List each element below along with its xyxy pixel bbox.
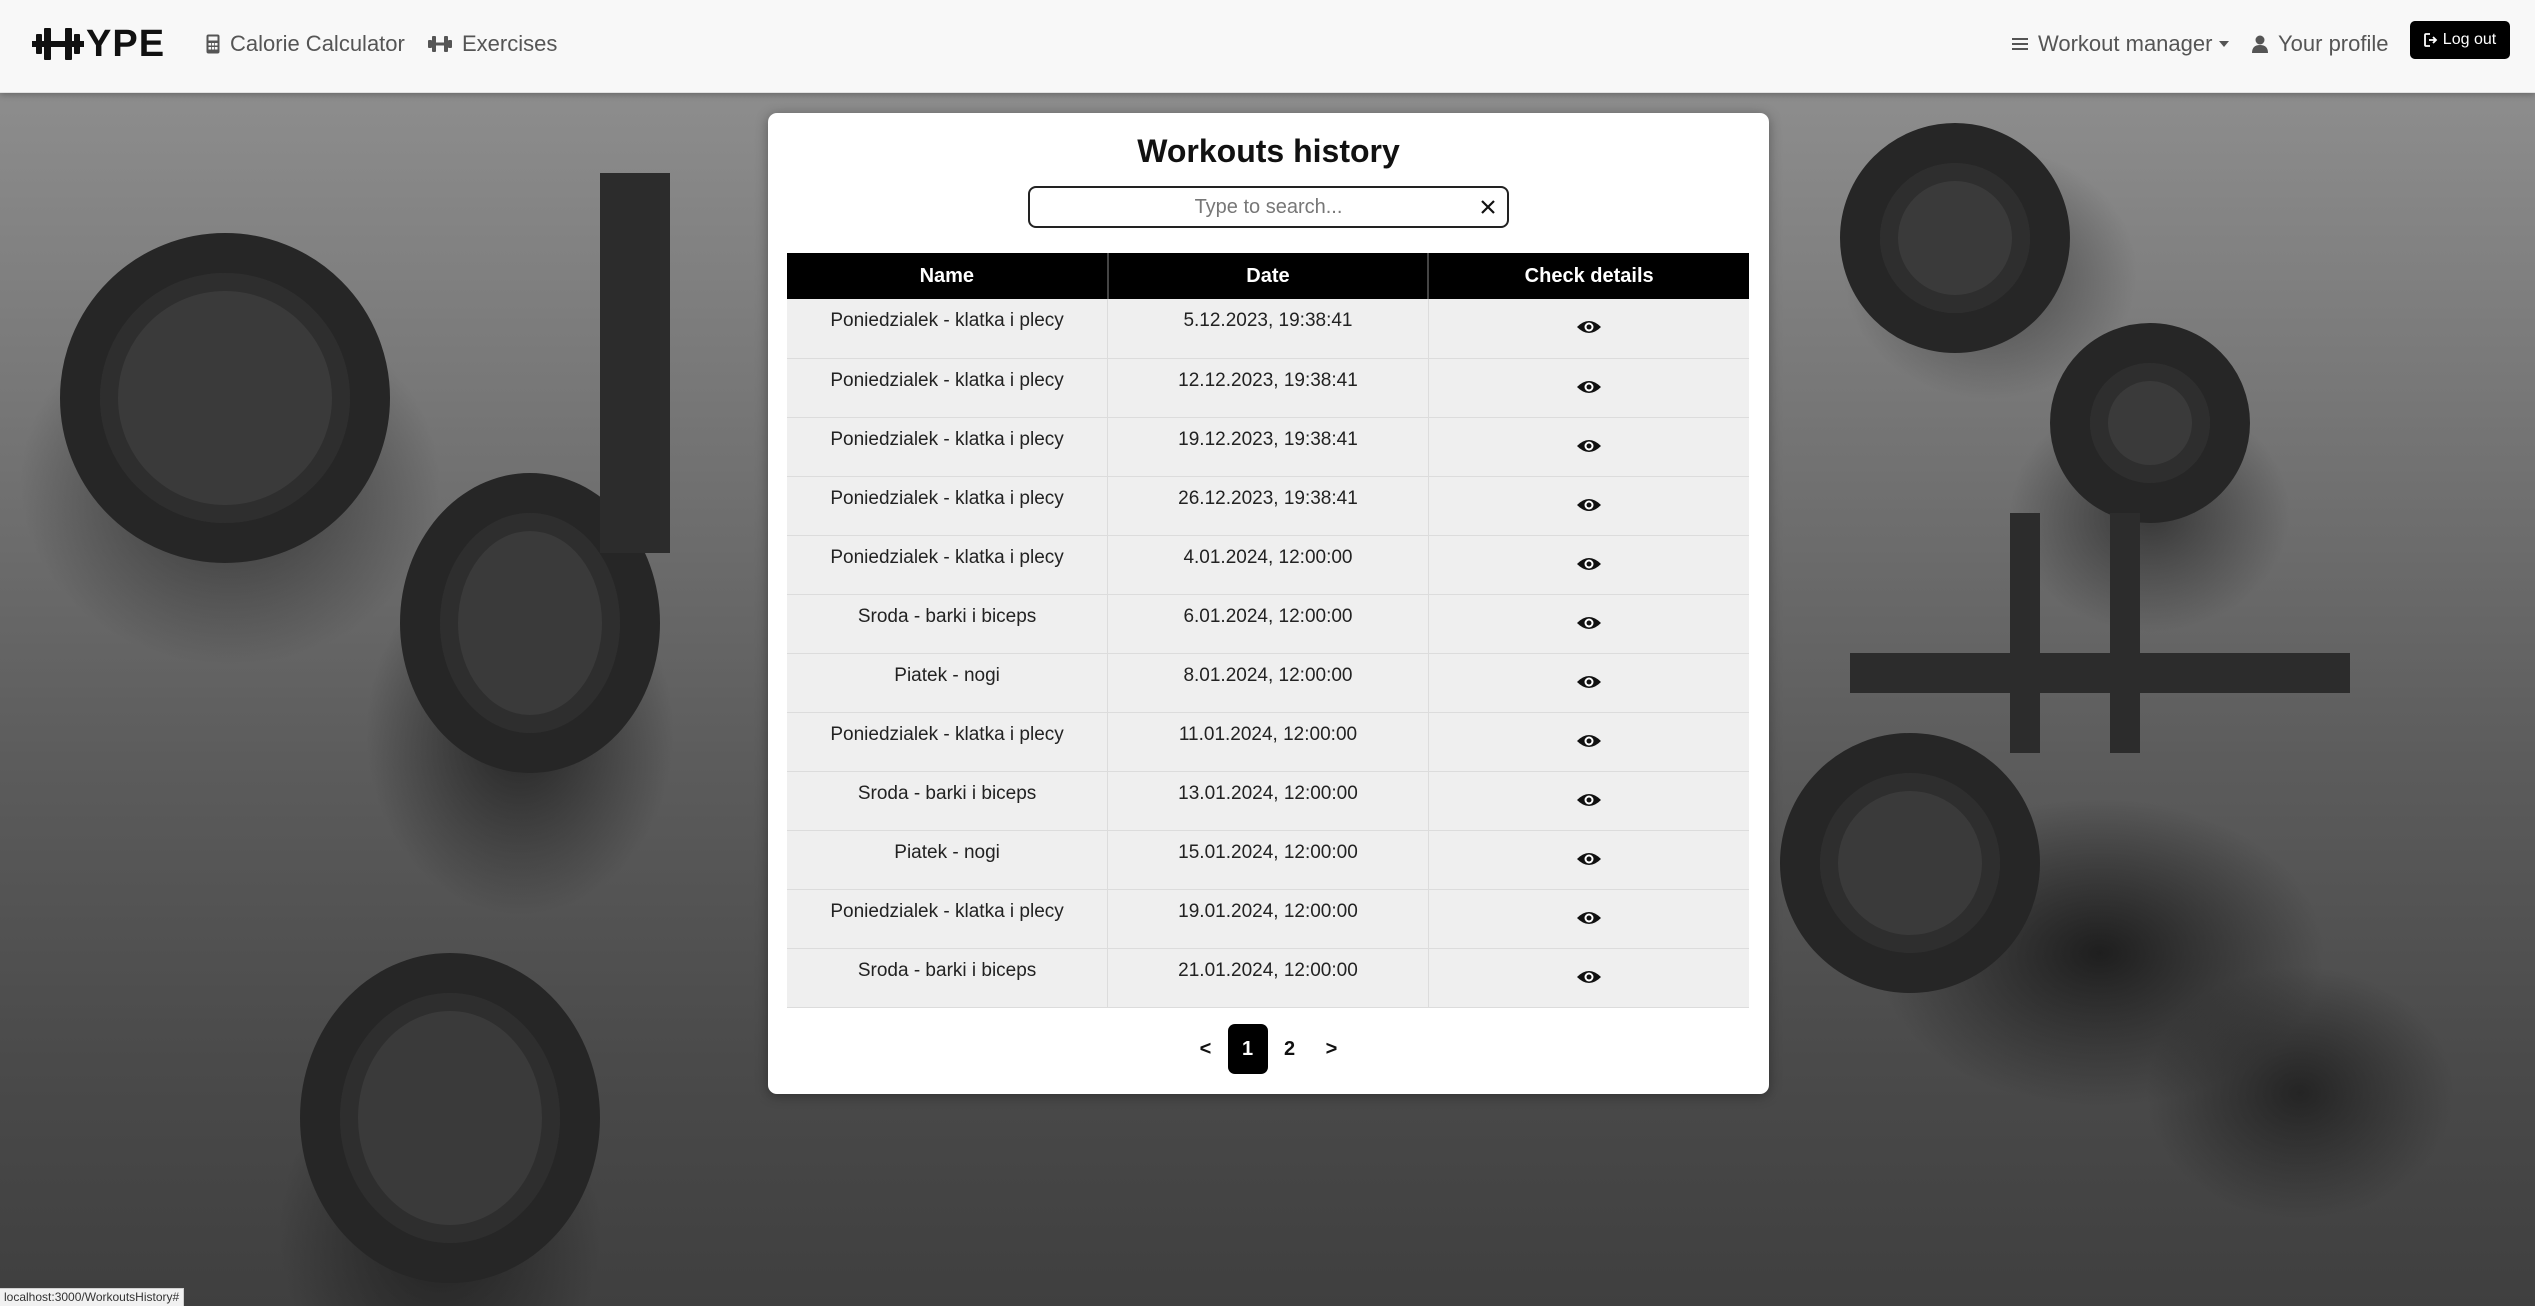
table-body: Poniedzialek - klatka i plecy 5.12.2023,…: [787, 299, 1749, 1008]
chevron-down-icon: [2219, 41, 2230, 47]
check-details-cell: [1428, 653, 1749, 713]
top-navbar: YPE Calorie Calculator Exercises Workout…: [0, 0, 2535, 93]
eye-icon[interactable]: [1576, 377, 1602, 397]
workout-date-cell: 19.12.2023, 19:38:41: [1107, 417, 1429, 477]
table-row: Sroda - barki i biceps 21.01.2024, 12:00…: [787, 948, 1749, 1008]
workout-name-cell: Sroda - barki i biceps: [787, 771, 1109, 831]
workout-date-cell: 12.12.2023, 19:38:41: [1107, 358, 1429, 418]
workout-date-cell: 13.01.2024, 12:00:00: [1107, 771, 1429, 831]
eye-icon[interactable]: [1576, 613, 1602, 633]
table-row: Poniedzialek - klatka i plecy 19.12.2023…: [787, 417, 1749, 477]
check-details-cell: [1428, 830, 1749, 890]
check-details-cell: [1428, 417, 1749, 477]
workout-date-cell: 19.01.2024, 12:00:00: [1107, 889, 1429, 949]
dumbbell-icon: [32, 28, 84, 60]
workout-date-cell: 4.01.2024, 12:00:00: [1107, 535, 1429, 595]
check-details-cell: [1428, 358, 1749, 418]
pagination-next-button[interactable]: >: [1312, 1024, 1352, 1074]
check-details-cell: [1428, 535, 1749, 595]
workout-date-cell: 21.01.2024, 12:00:00: [1107, 948, 1429, 1008]
workout-date-cell: 6.01.2024, 12:00:00: [1107, 594, 1429, 654]
workout-name-cell: Sroda - barki i biceps: [787, 948, 1109, 1008]
check-details-cell: [1428, 771, 1749, 831]
table-header-row: Name Date Check details: [787, 253, 1749, 299]
log-out-button[interactable]: Log out: [2410, 21, 2510, 59]
column-header-date[interactable]: Date: [1107, 253, 1430, 299]
pagination-prev-button[interactable]: <: [1186, 1024, 1226, 1074]
dumbbell-icon: [428, 36, 452, 52]
nav-calorie-calculator[interactable]: Calorie Calculator: [206, 27, 405, 61]
check-details-cell: [1428, 889, 1749, 949]
pagination-page-2[interactable]: 2: [1270, 1024, 1310, 1074]
table-row: Sroda - barki i biceps 13.01.2024, 12:00…: [787, 771, 1749, 831]
search-box: [1028, 186, 1509, 228]
brand-logo-link[interactable]: YPE: [32, 22, 166, 65]
pagination: < 1 2 >: [768, 1023, 1769, 1075]
workout-name-cell: Sroda - barki i biceps: [787, 594, 1109, 654]
nav-calorie-calculator-label: Calorie Calculator: [230, 31, 405, 56]
workout-name-cell: Poniedzialek - klatka i plecy: [787, 417, 1109, 477]
eye-icon[interactable]: [1576, 317, 1602, 337]
column-header-name[interactable]: Name: [787, 253, 1109, 299]
workout-name-cell: Piatek - nogi: [787, 830, 1109, 890]
table-row: Piatek - nogi 15.01.2024, 12:00:00: [787, 830, 1749, 890]
nav-exercises[interactable]: Exercises: [428, 27, 557, 61]
workouts-table: Name Date Check details Poniedzialek - k…: [787, 253, 1749, 1008]
check-details-cell: [1428, 476, 1749, 536]
check-details-cell: [1428, 299, 1749, 359]
eye-icon[interactable]: [1576, 967, 1602, 987]
workout-name-cell: Poniedzialek - klatka i plecy: [787, 535, 1109, 595]
user-icon: [2252, 35, 2268, 53]
sign-out-icon: [2423, 33, 2438, 47]
workout-date-cell: 26.12.2023, 19:38:41: [1107, 476, 1429, 536]
table-row: Poniedzialek - klatka i plecy 11.01.2024…: [787, 712, 1749, 772]
nav-exercises-label: Exercises: [462, 31, 558, 56]
nav-your-profile[interactable]: Your profile: [2252, 27, 2388, 61]
pagination-page-1[interactable]: 1: [1227, 1024, 1268, 1074]
table-row: Sroda - barki i biceps 6.01.2024, 12:00:…: [787, 594, 1749, 654]
workout-name-cell: Poniedzialek - klatka i plecy: [787, 476, 1109, 536]
eye-icon[interactable]: [1576, 554, 1602, 574]
nav-workout-manager-label: Workout manager: [2038, 31, 2213, 56]
page-title: Workouts history: [1137, 133, 1400, 169]
workout-name-cell: Poniedzialek - klatka i plecy: [787, 299, 1109, 359]
workout-name-cell: Poniedzialek - klatka i plecy: [787, 358, 1109, 418]
log-out-label: Log out: [2442, 31, 2497, 48]
check-details-cell: [1428, 594, 1749, 654]
workouts-history-card: Workouts history Name Date Check details…: [768, 113, 1769, 1094]
nav-your-profile-label: Your profile: [2278, 31, 2389, 56]
check-details-cell: [1428, 712, 1749, 772]
hamburger-menu-icon: [2012, 38, 2028, 50]
workout-name-cell: Piatek - nogi: [787, 653, 1109, 713]
workout-date-cell: 15.01.2024, 12:00:00: [1107, 830, 1429, 890]
workout-date-cell: 11.01.2024, 12:00:00: [1107, 712, 1429, 772]
search-input[interactable]: [1030, 188, 1507, 226]
calculator-icon: [206, 34, 220, 54]
close-icon[interactable]: [1477, 196, 1499, 218]
table-row: Poniedzialek - klatka i plecy 19.01.2024…: [787, 889, 1749, 949]
workout-date-cell: 5.12.2023, 19:38:41: [1107, 299, 1429, 359]
eye-icon[interactable]: [1576, 908, 1602, 928]
workout-name-cell: Poniedzialek - klatka i plecy: [787, 889, 1109, 949]
eye-icon[interactable]: [1576, 495, 1602, 515]
table-row: Poniedzialek - klatka i plecy 4.01.2024,…: [787, 535, 1749, 595]
table-row: Poniedzialek - klatka i plecy 12.12.2023…: [787, 358, 1749, 418]
workout-name-cell: Poniedzialek - klatka i plecy: [787, 712, 1109, 772]
eye-icon[interactable]: [1576, 731, 1602, 751]
column-header-check-details: Check details: [1428, 253, 1749, 299]
eye-icon[interactable]: [1576, 436, 1602, 456]
table-row: Piatek - nogi 8.01.2024, 12:00:00: [787, 653, 1749, 713]
table-row: Poniedzialek - klatka i plecy 5.12.2023,…: [787, 299, 1749, 359]
eye-icon[interactable]: [1576, 849, 1602, 869]
workout-date-cell: 8.01.2024, 12:00:00: [1107, 653, 1429, 713]
nav-workout-manager-dropdown[interactable]: Workout manager: [2012, 27, 2230, 61]
browser-status-url: localhost:3000/WorkoutsHistory#: [0, 1288, 185, 1306]
check-details-cell: [1428, 948, 1749, 1008]
table-row: Poniedzialek - klatka i plecy 26.12.2023…: [787, 476, 1749, 536]
brand-text: YPE: [86, 22, 166, 65]
eye-icon[interactable]: [1576, 672, 1602, 692]
eye-icon[interactable]: [1576, 790, 1602, 810]
